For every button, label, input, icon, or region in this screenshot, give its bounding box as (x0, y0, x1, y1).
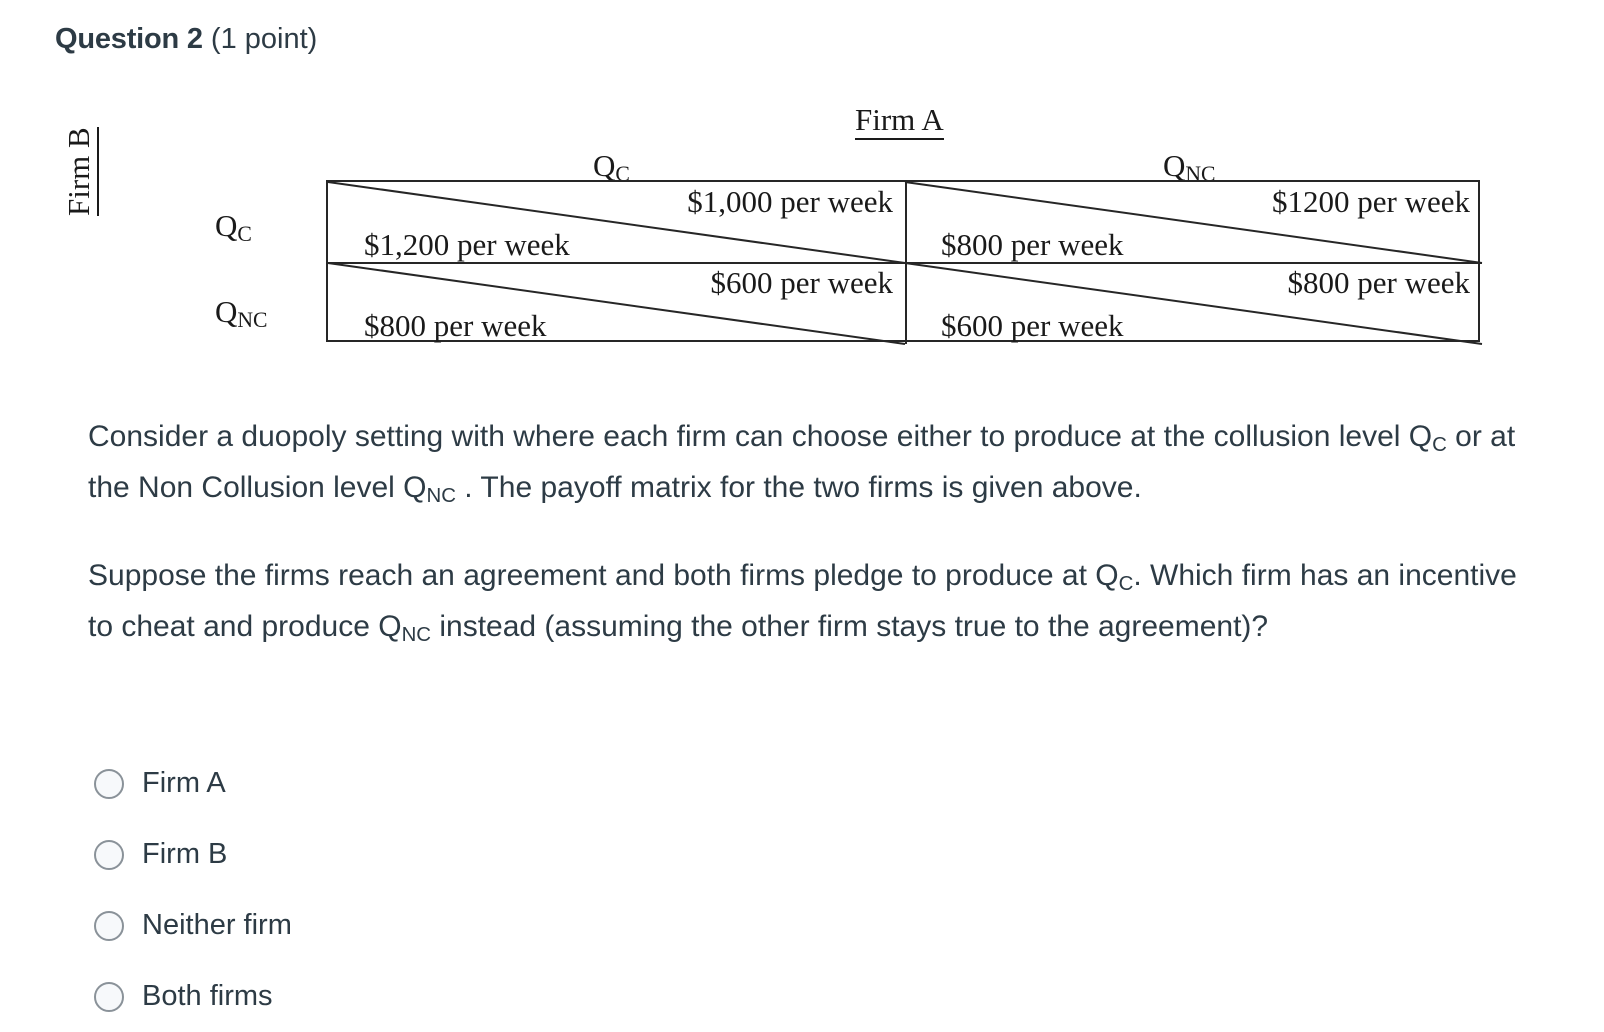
matrix-row-header-qc: QC (215, 208, 252, 245)
matrix-column-group-label: Firm A (855, 103, 944, 140)
row-header-base-0: Q (215, 208, 238, 243)
question-paragraph-1: Consider a duopoly setting with where ea… (88, 413, 1528, 515)
row-header-sub-1: NC (237, 307, 268, 332)
column-header-base-1: Q (1163, 148, 1186, 183)
paragraph-2-part-c: instead (assuming the other firm stays t… (431, 610, 1269, 643)
matrix-row-group-label: Firm B (61, 127, 99, 216)
matrix-cell-qnc-qc: $600 per week $800 per week (328, 263, 905, 344)
paragraph-2-sub-2: NC (401, 623, 432, 646)
answer-option-label: Both firms (142, 979, 273, 1012)
answer-option-both-firms[interactable]: Both firms (94, 961, 794, 1032)
row-header-base-1: Q (215, 294, 238, 329)
answer-option-label: Neither firm (142, 908, 292, 941)
radio-button-icon[interactable] (94, 768, 124, 799)
answer-option-label: Firm B (142, 837, 228, 870)
firm-b-payoff: $600 per week (941, 308, 1124, 343)
paragraph-1-part-c: . The payoff matrix for the two firms is… (455, 471, 1142, 504)
question-header: Question 2 (1 point) (55, 22, 317, 57)
firm-a-payoff: $800 per week (1287, 265, 1471, 300)
column-header-base-0: Q (593, 148, 616, 183)
paragraph-1-part-a: Consider a duopoly setting with where ea… (88, 420, 1433, 453)
paragraph-2-part-a: Suppose the firms reach an agreement and… (88, 559, 1119, 592)
answer-option-label: Firm A (142, 766, 226, 799)
matrix-row-header-qnc: QNC (215, 294, 268, 331)
answer-option-firm-b[interactable]: Firm B (94, 819, 794, 890)
radio-button-icon[interactable] (94, 910, 124, 941)
paragraph-2-sub-1: C (1118, 572, 1134, 595)
answer-option-neither-firm[interactable]: Neither firm (94, 890, 794, 961)
radio-button-icon[interactable] (94, 981, 124, 1012)
firm-a-payoff: $1200 per week (1272, 184, 1470, 219)
paragraph-1-sub-1: C (1432, 433, 1447, 456)
matrix-cell-qnc-qnc: $800 per week $600 per week (905, 263, 1482, 344)
question-paragraph-2: Suppose the firms reach an agreement and… (88, 552, 1528, 654)
row-header-sub-0: C (237, 221, 252, 246)
firm-b-payoff: $1,200 per week (364, 227, 570, 262)
matrix-cell-qc-qc: $1,000 per week $1,200 per week (328, 182, 905, 263)
paragraph-1-sub-2: NC (426, 484, 456, 507)
answer-option-firm-a[interactable]: Firm A (94, 748, 794, 819)
matrix-column-header-qc: QC (593, 148, 630, 185)
radio-button-icon[interactable] (94, 839, 124, 870)
payoff-matrix-figure: Firm A Firm B QC QNC QC QNC $1,000 per w… (0, 100, 1604, 370)
matrix-cell-qc-qnc: $1200 per week $800 per week (905, 182, 1482, 263)
question-title: Question 2 (55, 23, 203, 55)
firm-a-payoff: $600 per week (710, 265, 894, 300)
matrix-grid: $1,000 per week $1,200 per week $1200 pe… (326, 180, 1480, 342)
question-points: (1 point) (210, 23, 318, 55)
matrix-column-header-qnc: QNC (1163, 148, 1216, 185)
answer-options-list: Firm A Firm B Neither firm Both firms (94, 748, 794, 1032)
firm-b-payoff: $800 per week (364, 308, 547, 343)
firm-b-payoff: $800 per week (941, 227, 1124, 262)
firm-a-payoff: $1,000 per week (687, 184, 893, 219)
